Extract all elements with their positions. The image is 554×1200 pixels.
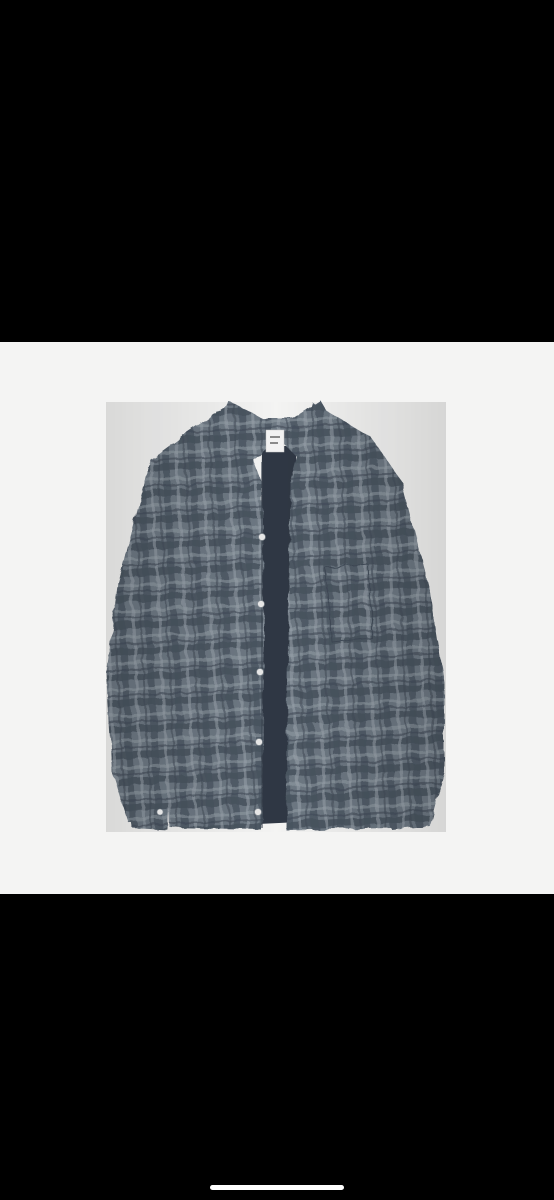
neck-label <box>265 429 285 453</box>
image-viewer <box>0 0 554 1200</box>
plaid-shirt-image <box>106 400 446 832</box>
home-indicator[interactable] <box>210 1185 344 1190</box>
product-photo[interactable] <box>0 342 554 894</box>
